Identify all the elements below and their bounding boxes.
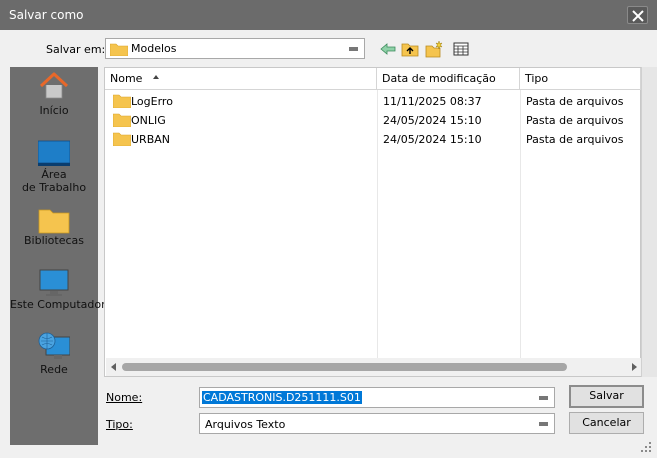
cancel-button[interactable]: Cancelar — [569, 412, 644, 434]
network-icon — [38, 332, 70, 359]
save-button[interactable]: Salvar — [569, 385, 644, 408]
place-label: Bibliotecas — [23, 234, 85, 247]
dropdown-arrow-icon[interactable] — [539, 396, 548, 400]
place-label: Rede — [40, 363, 68, 376]
folder-icon — [113, 94, 131, 108]
name-label: Nome: — [106, 391, 143, 404]
close-button[interactable] — [627, 6, 648, 24]
resize-grip-icon[interactable] — [640, 441, 652, 453]
dropdown-arrow-icon — [349, 47, 358, 51]
close-icon — [632, 10, 644, 22]
folder-icon — [113, 132, 131, 146]
table-row[interactable]: LogErro 11/11/2025 08:37 Pasta de arquiv… — [105, 92, 640, 111]
file-name-value: CADASTRONIS.D251111.S01 — [202, 391, 362, 404]
type-label: Tipo: — [106, 418, 133, 431]
column-header-date[interactable]: Data de modificação — [377, 68, 520, 90]
new-folder-icon[interactable] — [425, 40, 443, 58]
scroll-right-icon[interactable] — [632, 363, 637, 371]
computer-icon — [39, 269, 69, 296]
scrollbar-thumb[interactable] — [122, 363, 567, 371]
save-in-dropdown[interactable]: Modelos — [105, 38, 365, 59]
file-type-value: Arquivos Texto — [205, 418, 286, 431]
column-header-label: Data de modificação — [382, 72, 496, 85]
column-header-label: Nome — [110, 72, 143, 85]
title-bar: Salvar como — [0, 0, 657, 30]
file-name: URBAN — [131, 133, 170, 146]
sort-ascending-icon — [153, 75, 159, 79]
column-header-label: Tipo — [525, 72, 549, 85]
file-type-select[interactable]: Arquivos Texto — [199, 413, 555, 434]
file-type: Pasta de arquivos — [526, 114, 624, 127]
file-list[interactable]: Nome Data de modificação Tipo LogErro 11… — [104, 67, 641, 377]
scroll-left-icon[interactable] — [111, 363, 116, 371]
back-icon[interactable] — [379, 40, 397, 58]
home-icon — [39, 72, 69, 99]
file-name-input[interactable]: CADASTRONIS.D251111.S01 — [199, 387, 555, 408]
place-label: Área de Trabalho — [21, 168, 87, 194]
view-menu-icon[interactable] — [452, 40, 470, 58]
desktop-icon — [38, 140, 70, 166]
vertical-scrollbar[interactable] — [641, 67, 657, 377]
folder-icon — [110, 43, 128, 56]
table-row[interactable]: URBAN 24/05/2024 15:10 Pasta de arquivos — [105, 130, 640, 149]
file-type: Pasta de arquivos — [526, 133, 624, 146]
file-date: 24/05/2024 15:10 — [383, 133, 482, 146]
up-folder-icon[interactable] — [401, 40, 419, 58]
table-row[interactable]: ONLIG 24/05/2024 15:10 Pasta de arquivos — [105, 111, 640, 130]
file-date: 11/11/2025 08:37 — [383, 95, 482, 108]
save-in-label: Salvar em: — [46, 43, 106, 56]
places-bar: Início Área de Trabalho Bibliotecas Este … — [10, 67, 106, 445]
libraries-icon — [38, 209, 70, 234]
place-label: Este Computador — [10, 298, 106, 311]
dropdown-arrow-icon[interactable] — [539, 422, 548, 426]
file-type: Pasta de arquivos — [526, 95, 624, 108]
horizontal-scrollbar[interactable] — [106, 358, 641, 376]
window-title: Salvar como — [9, 8, 84, 22]
folder-icon — [113, 113, 131, 127]
file-date: 24/05/2024 15:10 — [383, 114, 482, 127]
place-label: Início — [39, 104, 69, 117]
file-name: LogErro — [131, 95, 173, 108]
column-header-type[interactable]: Tipo — [520, 68, 641, 90]
column-header-name[interactable]: Nome — [105, 68, 377, 90]
file-name: ONLIG — [131, 114, 166, 127]
current-folder: Modelos — [131, 42, 177, 55]
